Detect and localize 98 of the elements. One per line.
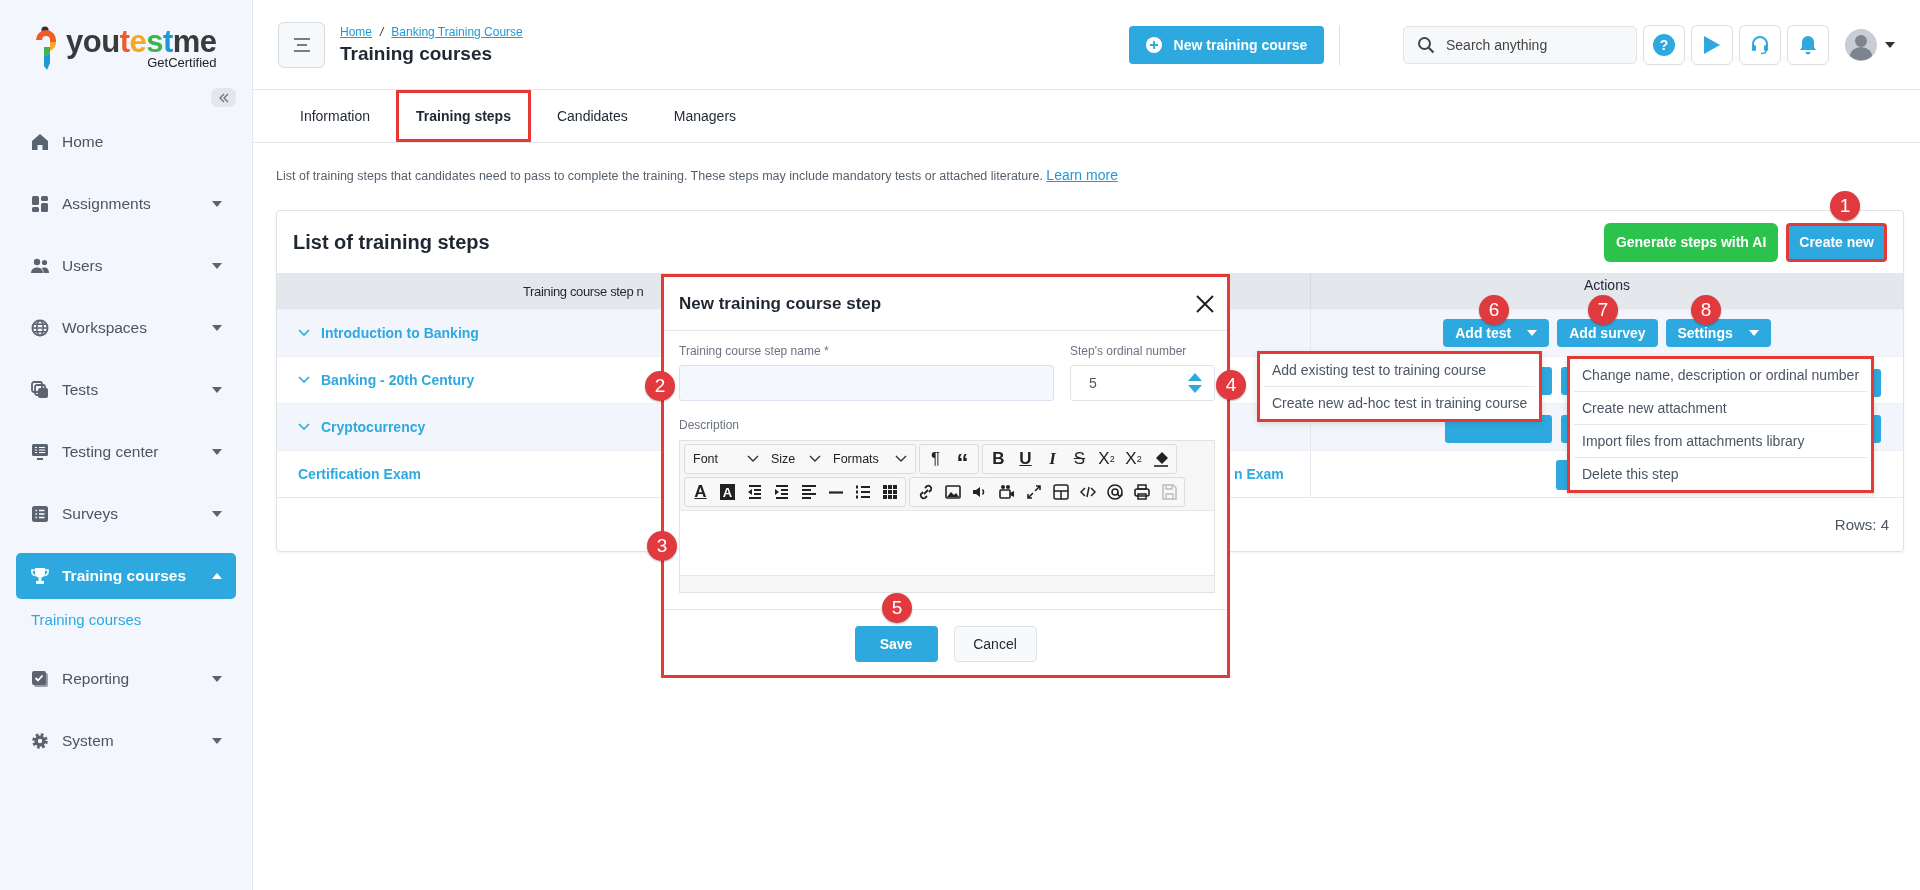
dialog-title: New training course step (679, 293, 883, 314)
stepper-arrows-icon (1187, 371, 1203, 395)
globe-icon (30, 318, 50, 338)
search-field[interactable]: Search anything (1403, 25, 1637, 64)
toolbar-button[interactable]: A (687, 478, 714, 506)
avatar-icon (1845, 28, 1877, 61)
card-title: List of training steps (293, 230, 491, 254)
description-text: List of training steps that candidates need to pass to complete the training. These steps may include mandatory tests or attached literature. Learn more (276, 169, 1118, 183)
search-icon (1417, 35, 1435, 54)
logo-icon (34, 26, 58, 72)
play-button[interactable] (1691, 24, 1733, 65)
tab[interactable]: Candidates (536, 90, 648, 142)
notifications-button[interactable] (1787, 24, 1829, 65)
list-icon (30, 504, 50, 524)
step-marker: 3 (647, 531, 677, 561)
table-icon (880, 483, 899, 501)
align-left-icon (799, 483, 818, 501)
caret-down-icon (1527, 330, 1538, 336)
close-icon (1195, 293, 1215, 314)
tab[interactable]: Information (280, 90, 391, 142)
horizontal-line-icon (827, 490, 844, 494)
play-icon (1703, 34, 1721, 55)
toolbar-button[interactable]: B (985, 445, 1012, 473)
caret-down-icon (1748, 330, 1759, 336)
table-cell: n Exam (1234, 466, 1284, 482)
numbered-list-icon (853, 483, 872, 501)
layout-icon (1051, 483, 1070, 501)
dashboard-icon (30, 194, 50, 214)
headset-icon (1751, 34, 1769, 55)
input-field[interactable] (679, 365, 1054, 401)
indent-icon (772, 483, 791, 501)
step-marker: 1 (1830, 191, 1860, 221)
chevron-down-icon (809, 455, 821, 463)
toolbar-dropdown[interactable]: Formats (827, 445, 913, 473)
stacked-pages-icon (30, 380, 50, 400)
sidebar-item[interactable]: Workspaces (16, 305, 236, 351)
menu-item[interactable]: Delete this step (1574, 457, 1867, 490)
menu-item[interactable]: Create new attachment (1574, 391, 1867, 424)
monitor-list-icon (30, 442, 50, 462)
menu-item[interactable]: Create new ad-hoc test in training course (1264, 386, 1535, 419)
sidebar-item[interactable]: Home (16, 119, 236, 165)
toolbar-button[interactable]: X$^{2}$ (1120, 445, 1147, 473)
menu-button[interactable] (278, 21, 325, 68)
double-chevron-left-icon (217, 92, 230, 103)
support-button[interactable] (1739, 24, 1781, 65)
chevron-down-icon (895, 455, 907, 463)
number-field[interactable]: 5 (1070, 365, 1215, 401)
toolbar-dropdown[interactable]: Size (765, 445, 827, 473)
sidebar-item[interactable]: Surveys (16, 491, 236, 537)
sidebar-item[interactable]: Tests (16, 367, 236, 413)
menu-item[interactable]: Import files from attachments library (1574, 424, 1867, 457)
field-label: Description (679, 418, 741, 432)
toolbar-button[interactable]: S (1066, 445, 1093, 473)
plus-circle-icon (1145, 36, 1162, 53)
users-icon (30, 256, 50, 276)
menu-item[interactable]: Change name, description or ordinal number (1574, 359, 1867, 391)
sidebar-item[interactable]: Reporting (16, 656, 236, 702)
tab[interactable]: Training steps (396, 90, 531, 142)
fullscreen-icon (1024, 483, 1043, 501)
eraser-icon (1151, 450, 1170, 468)
sidebar-item[interactable]: Testing center (16, 429, 236, 475)
field-label: Training course step name * (679, 344, 830, 358)
settings-icon (30, 731, 50, 751)
page-title: Training courses (340, 42, 494, 65)
menu-item[interactable]: Add existing test to training course (1264, 354, 1535, 386)
sidebar-item[interactable]: Assignments (16, 181, 236, 227)
user-menu[interactable] (1845, 28, 1895, 61)
toolbar-button[interactable]: “ (949, 441, 976, 477)
collapse-button[interactable] (211, 88, 236, 107)
trophy-icon (30, 566, 50, 586)
toolbar-dropdown[interactable]: Font (687, 445, 765, 473)
sidebar-item[interactable]: Users (16, 243, 236, 289)
toolbar-button[interactable]: I (1039, 445, 1066, 473)
video-camera-icon (997, 483, 1016, 501)
close-button[interactable] (1195, 293, 1215, 314)
breadcrumb-separator: / (380, 24, 384, 39)
step-marker: 2 (645, 371, 675, 401)
bell-icon (1799, 34, 1817, 55)
logo-text: youtestme (66, 26, 217, 58)
column-header: Training course step n (523, 283, 644, 299)
toolbar-button[interactable]: ¶ (922, 445, 949, 473)
toolbar-button[interactable]: A (720, 484, 735, 500)
home-icon (30, 132, 50, 152)
toolbar-button[interactable]: U (1012, 445, 1039, 473)
sidebar-item[interactable]: System (16, 718, 236, 764)
tab[interactable]: Managers (653, 90, 757, 142)
cancel-button[interactable]: Cancel (953, 626, 1037, 662)
at-sign-icon (1105, 483, 1124, 501)
caret-down-icon (1885, 41, 1895, 48)
chevron-down-icon (747, 455, 759, 463)
logo-tagline: GetCertified (147, 56, 217, 70)
print-icon (1132, 483, 1151, 501)
step-marker: 4 (1216, 370, 1246, 400)
checklist-icon (30, 669, 50, 689)
menu-icon (291, 36, 312, 53)
field-label: Step's ordinal number (1070, 344, 1188, 358)
row-count: Rows: 4 (1834, 516, 1889, 533)
image-icon (943, 483, 962, 501)
